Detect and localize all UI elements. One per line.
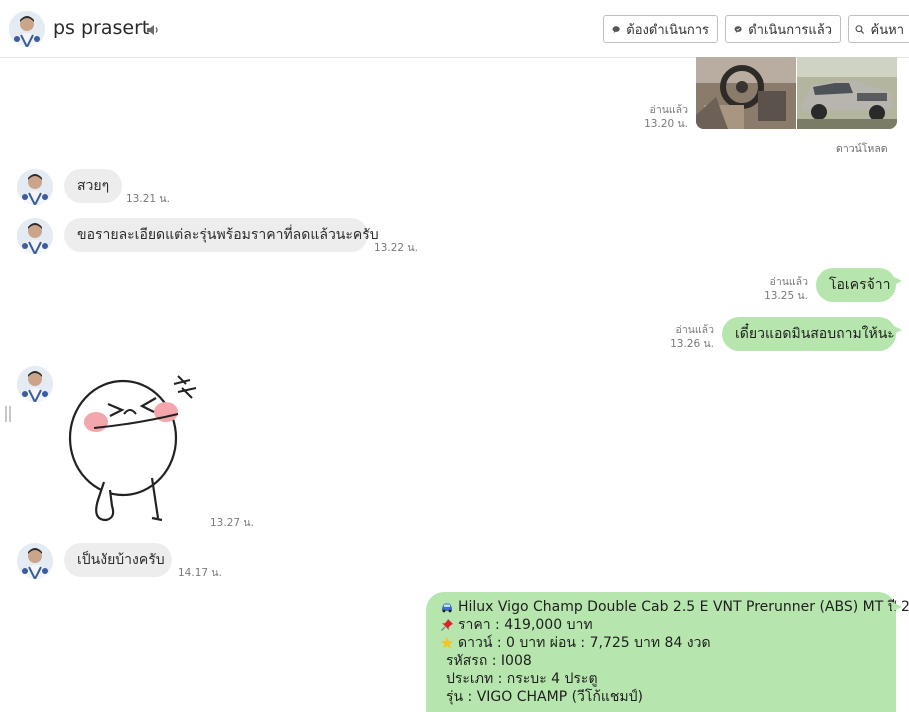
download-link[interactable]: ดาวน์โหลด xyxy=(836,140,888,157)
contact-name[interactable]: ps prasert xyxy=(53,17,149,39)
listing-down-payment: ดาวน์ : 0 บาท ผ่อน : 7,725 บาท 84 งวด xyxy=(458,635,711,651)
message-time: 13.22 น. xyxy=(374,242,418,254)
listing-title-line: Hilux Vigo Champ Double Cab 2.5 E VNT Pr… xyxy=(440,598,909,616)
done-button-label: ดำเนินการแล้ว xyxy=(748,22,832,38)
sender-avatar[interactable] xyxy=(17,218,53,254)
incoming-message[interactable]: ขอรายละเอียดแต่ละรุ่นพร้อมราคาที่ลดแล้วน… xyxy=(64,218,379,252)
car-listing-message[interactable]: Hilux Vigo Champ Double Cab 2.5 E VNT Pr… xyxy=(426,592,909,712)
chat-check-icon xyxy=(734,25,742,33)
outgoing-message[interactable]: โอเครจ้าา xyxy=(816,268,902,302)
listing-title: Hilux Vigo Champ Double Cab 2.5 E VNT Pr… xyxy=(458,599,909,615)
chat-bubble-icon xyxy=(612,25,620,33)
listing-price-line: ราคา : 419,000 บาท xyxy=(440,616,882,634)
listing-type: ประเภท : กระบะ 4 ประตู xyxy=(446,671,598,687)
message-time: 13.21 น. xyxy=(126,193,170,205)
message-time: 13.26 น. xyxy=(670,338,714,350)
done-button[interactable]: ดำเนินการแล้ว xyxy=(725,15,841,43)
message-status: อ่านแล้ว 13.26 น. xyxy=(646,323,714,351)
sender-avatar[interactable] xyxy=(17,366,53,402)
pushpin-icon xyxy=(441,619,453,631)
message-status: อ่านแล้ว 13.25 น. xyxy=(740,275,808,303)
search-button-label: ค้นหา xyxy=(870,22,904,38)
listing-type-line: ประเภท : กระบะ 4 ประตู xyxy=(440,670,882,688)
chat-header: ps prasert ต้องดำเนินการ ดำเนินการแล้ว ค… xyxy=(0,0,909,58)
sender-avatar[interactable] xyxy=(17,169,53,205)
todo-button[interactable]: ต้องดำเนินการ xyxy=(603,15,718,43)
read-receipt: อ่านแล้ว xyxy=(649,104,688,116)
listing-code: รหัสรถ : I008 xyxy=(446,653,532,669)
car-interior-photo[interactable] xyxy=(696,57,796,129)
sender-avatar[interactable] xyxy=(17,543,53,579)
panel-resize-handle[interactable] xyxy=(5,406,11,422)
contact-avatar[interactable] xyxy=(9,11,45,47)
search-button[interactable]: ค้นหา xyxy=(848,15,909,43)
listing-code-line: รหัสรถ : I008 xyxy=(440,652,882,670)
listing-down-line: ดาวน์ : 0 บาท ผ่อน : 7,725 บาท 84 งวด xyxy=(440,634,882,652)
read-receipt: อ่านแล้ว xyxy=(769,276,808,288)
incoming-message[interactable]: เป็นงัยบ้างครับ xyxy=(64,543,172,577)
search-icon xyxy=(855,24,865,34)
message-time: 13.25 น. xyxy=(764,290,808,302)
incoming-message[interactable]: สวยๆ xyxy=(64,169,123,203)
outgoing-message[interactable]: เดี๋ยวแอดมินสอบถามให้นะ xyxy=(722,317,902,351)
speaker-icon[interactable] xyxy=(145,22,161,38)
message-time: 14.17 น. xyxy=(178,567,222,579)
pickup-truck-photo[interactable] xyxy=(797,57,897,129)
read-receipt: อ่านแล้ว xyxy=(675,324,714,336)
star-icon xyxy=(441,637,453,649)
todo-button-label: ต้องดำเนินการ xyxy=(626,22,709,38)
listing-model-line: รุ่น : VIGO CHAMP (วีโก้แชมป์) xyxy=(440,688,882,706)
laughing-sticker[interactable] xyxy=(66,370,206,530)
car-icon xyxy=(442,603,452,613)
listing-model: รุ่น : VIGO CHAMP (วีโก้แชมป์) xyxy=(446,689,644,705)
message-time: 13.27 น. xyxy=(210,517,254,529)
message-time: 13.20 น. xyxy=(644,118,688,130)
photo-message-status: อ่านแล้ว 13.20 น. xyxy=(620,103,688,131)
listing-price: ราคา : 419,000 บาท xyxy=(458,617,593,633)
